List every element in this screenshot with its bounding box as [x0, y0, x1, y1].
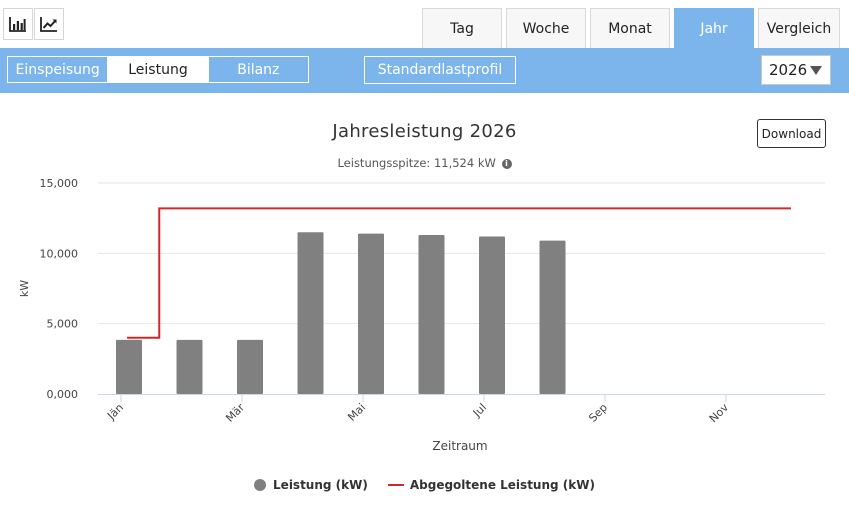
chart-subtitle-text: Leistungsspitze: 11,524 kW [337, 156, 496, 170]
standardlastprofil-button[interactable]: Standardlastprofil [364, 56, 516, 84]
x-tick-label: Mär [223, 401, 247, 425]
bar [479, 236, 505, 394]
year-select-value: 2026 [769, 61, 808, 79]
legend-marker-bar [254, 479, 267, 491]
line-chart-view-button[interactable] [34, 8, 64, 40]
mode-toolbar: Einspeisung Leistung Bilanz Standardlast… [0, 48, 849, 93]
bar [297, 232, 324, 394]
chart-plot: 0,000 5,000 10,000 15,000 Jän Mär Mai Jul Sep Nov… [18, 177, 825, 453]
x-tick-label: Mai [345, 401, 368, 424]
legend-item-leistung[interactable]: Leistung (kW) [254, 478, 368, 492]
x-axis-title: Zeitraum [432, 439, 487, 453]
y-axis-title: kW [18, 280, 31, 297]
chart-title: Jahresleistung 2026 [332, 121, 517, 142]
mode-leistung-button[interactable]: Leistung [108, 57, 209, 82]
legend-label-leistung: Leistung (kW) [273, 478, 368, 492]
bar-chart-view-button[interactable] [3, 8, 33, 40]
chart-legend: Leistung (kW) Abgegoltene Leistung (kW) [0, 478, 849, 492]
y-tick-label: 0,000 [47, 388, 79, 401]
mode-einspeisung-button[interactable]: Einspeisung [8, 57, 109, 82]
series-line-abgegoltene-leistung [127, 207, 791, 339]
legend-marker-line [387, 484, 404, 486]
mode-bilanz-button[interactable]: Bilanz [209, 57, 308, 82]
bar [418, 235, 445, 394]
x-tick-label: Nov [707, 401, 732, 426]
bar [539, 240, 566, 394]
tab-tag[interactable]: Tag [422, 8, 502, 48]
bar [176, 339, 203, 394]
bar [116, 339, 142, 394]
x-tick-label: Jul [470, 401, 489, 420]
tab-monat[interactable]: Monat [590, 8, 670, 48]
x-tick-label: Jän [104, 401, 126, 423]
chart-subtitle: Leistungsspitze: 11,524 kW i [0, 156, 849, 170]
bar [237, 339, 263, 394]
year-select[interactable]: 2026 [761, 55, 831, 85]
bar-chart-icon [9, 17, 26, 32]
chevron-down-icon [810, 66, 822, 75]
top-bar: Tag Woche Monat Jahr Vergleich [0, 0, 849, 48]
legend-label-abgegoltene-leistung: Abgegoltene Leistung (kW) [409, 478, 595, 492]
tab-vergleich[interactable]: Vergleich [758, 8, 840, 48]
info-icon[interactable]: i [501, 158, 512, 169]
download-button[interactable]: Download [757, 119, 826, 148]
bar [358, 233, 384, 394]
tab-jahr[interactable]: Jahr [674, 8, 754, 48]
y-tick-label: 10,000 [40, 247, 79, 260]
tab-woche[interactable]: Woche [506, 8, 586, 48]
mode-segmented-control: Einspeisung Leistung Bilanz [7, 56, 309, 83]
y-tick-label: 15,000 [40, 177, 79, 190]
line-chart-icon [40, 17, 57, 32]
x-tick-label: Sep [586, 401, 610, 425]
legend-item-abgegoltene-leistung[interactable]: Abgegoltene Leistung (kW) [387, 478, 595, 492]
y-tick-label: 5,000 [47, 318, 79, 331]
